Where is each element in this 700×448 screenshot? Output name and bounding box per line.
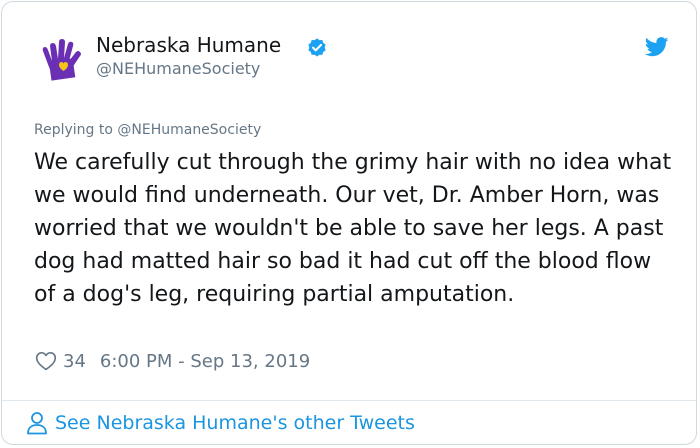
twitter-bird-icon[interactable]: [645, 36, 669, 58]
see-other-tweets-link[interactable]: See Nebraska Humane's other Tweets: [26, 411, 415, 435]
replying-to-label[interactable]: Replying to @NEHumaneSociety: [34, 122, 261, 138]
author-handle[interactable]: @NEHumaneSociety: [96, 59, 260, 78]
verified-badge-icon: [308, 38, 326, 57]
tweet-meta: 34 6:00 PM - Sep 13, 2019: [35, 348, 310, 374]
tweet-card: Nebraska Humane @NEHumaneSociety Replyin…: [1, 1, 697, 445]
see-other-tweets-label[interactable]: See Nebraska Humane's other Tweets: [55, 412, 415, 434]
author-display-name[interactable]: Nebraska Humane: [96, 33, 281, 57]
person-icon: [27, 412, 47, 435]
nebraska-humane-logo-icon[interactable]: [40, 38, 84, 82]
divider: [2, 400, 696, 401]
like-count: 34: [63, 350, 86, 372]
tweet-timestamp[interactable]: 6:00 PM - Sep 13, 2019: [100, 351, 310, 372]
heart-icon[interactable]: [35, 351, 57, 371]
tweet-text: We carefully cut through the grimy hair …: [34, 150, 672, 307]
